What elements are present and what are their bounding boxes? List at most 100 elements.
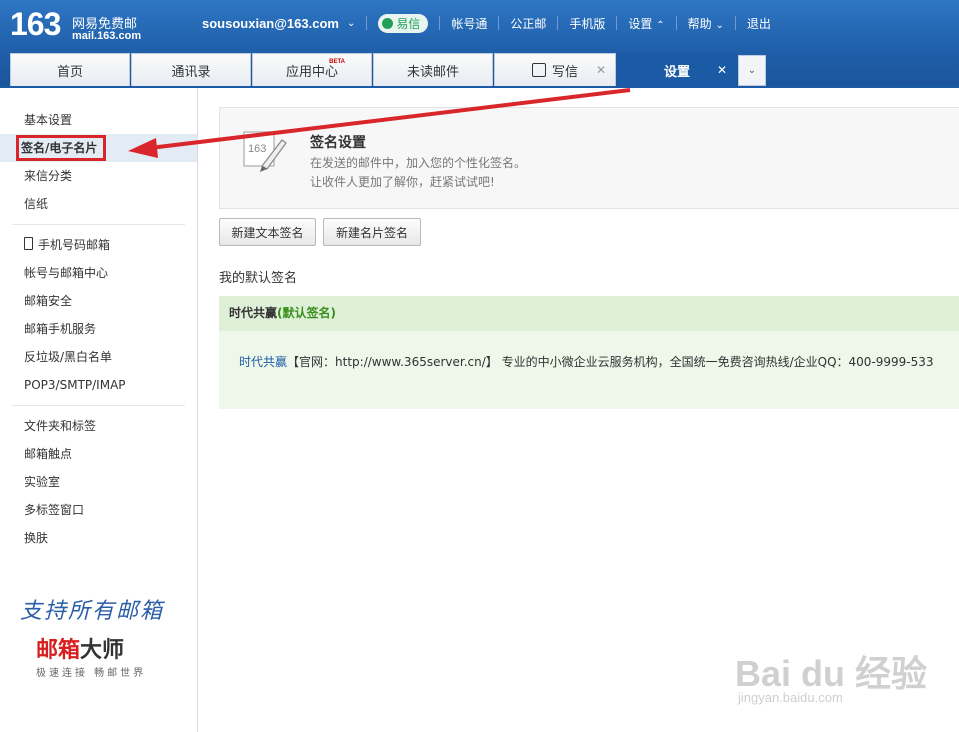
signature-pen-icon: 163 bbox=[243, 131, 287, 172]
sidebar-item-phone-mail[interactable]: 手机号码邮箱 bbox=[0, 231, 197, 259]
nav-divider bbox=[734, 16, 736, 30]
signature-header: 时代共赢(默认签名) bbox=[219, 296, 959, 331]
sidebar-item-label: 邮箱安全 bbox=[24, 294, 73, 308]
sidebar-group-basic: 基本设置 签名/电子名片 来信分类 信纸 bbox=[0, 106, 197, 218]
default-tag: (默认签名) bbox=[277, 306, 336, 320]
tab-more-button[interactable]: ⌄ bbox=[738, 55, 766, 86]
sidebar-item-label: 来信分类 bbox=[24, 169, 73, 183]
promo-subtitle: 极速连接 畅邮世界 bbox=[36, 668, 147, 679]
nav-divider bbox=[616, 16, 618, 30]
nav-divider bbox=[498, 16, 500, 30]
mobile-link[interactable]: 手机版 bbox=[569, 15, 605, 32]
sidebar-item-label: 基本设置 bbox=[24, 113, 73, 127]
default-signature-label: 我的默认签名 bbox=[219, 271, 298, 286]
tab-label: 未读邮件 bbox=[406, 64, 459, 80]
sidebar-item-stationery[interactable]: 信纸 bbox=[0, 190, 197, 218]
tab-unread[interactable]: 未读邮件 bbox=[373, 53, 493, 86]
signature-text: 【官网：http://www.365server.cn/】 专业的中小微企业云服… bbox=[287, 355, 934, 369]
tab-settings[interactable]: 设置 ✕ bbox=[617, 53, 737, 86]
baidu-watermark-url: jingyan.baidu.com bbox=[738, 690, 843, 705]
tab-compose[interactable]: 写信 ✕ bbox=[494, 53, 616, 86]
promo-brand-red: 邮箱 bbox=[36, 638, 81, 663]
sidebar-item-security[interactable]: 邮箱安全 bbox=[0, 287, 197, 315]
sidebar-item-basic-settings[interactable]: 基本设置 bbox=[0, 106, 197, 134]
default-signature-card[interactable]: 时代共赢(默认签名) 时代共赢【官网：http://www.365server.… bbox=[219, 296, 959, 409]
help-label: 帮助 bbox=[687, 16, 712, 31]
signature-body: 时代共赢【官网：http://www.365server.cn/】 专业的中小微… bbox=[219, 331, 959, 370]
chevron-down-icon[interactable]: ⌄ bbox=[347, 18, 355, 29]
signature-name: 时代共赢 bbox=[229, 306, 278, 320]
chevron-down-icon: ⌄ bbox=[747, 65, 757, 76]
app-header: 163 网易免费邮 mail.163.com sousouxian@163.co… bbox=[0, 0, 959, 88]
tab-app-center[interactable]: 应用中心 BETA bbox=[252, 53, 372, 86]
signature-brand: 时代共赢 bbox=[239, 355, 288, 369]
promo-brand[interactable]: 邮箱大师 bbox=[36, 632, 124, 664]
top-nav: sousouxian@163.com ⌄ 易信 帐号通 公正邮 手机版 设置 ⌃… bbox=[202, 12, 771, 34]
sidebar-item-label: 邮箱手机服务 bbox=[24, 322, 97, 336]
svg-text:163: 163 bbox=[248, 143, 266, 155]
tab-bar: 首页 通讯录 应用中心 BETA 未读邮件 写信 ✕ 设置 ✕ ⌄ bbox=[10, 53, 766, 86]
sidebar-item-signature[interactable]: 签名/电子名片 bbox=[0, 134, 197, 162]
tab-label: 通讯录 bbox=[171, 64, 211, 80]
chevron-down-icon: ⌄ bbox=[715, 19, 724, 31]
yixin-label: 易信 bbox=[396, 16, 421, 31]
sidebar-item-touchpoint[interactable]: 邮箱触点 bbox=[0, 440, 197, 468]
user-email[interactable]: sousouxian@163.com bbox=[202, 16, 339, 31]
sidebar-item-label: 换肤 bbox=[24, 531, 49, 545]
sidebar-item-anti-spam[interactable]: 反垃圾/黑白名单 bbox=[0, 343, 197, 371]
tab-label: 首页 bbox=[56, 64, 83, 80]
yixin-button[interactable]: 易信 bbox=[378, 13, 429, 33]
sidebar-item-lab[interactable]: 实验室 bbox=[0, 468, 197, 496]
sidebar-item-label: POP3/SMTP/IMAP bbox=[24, 378, 126, 392]
panel-title: 签名设置 bbox=[310, 135, 366, 151]
sidebar-item-mobile-service[interactable]: 邮箱手机服务 bbox=[0, 315, 197, 343]
sidebar-item-skin[interactable]: 换肤 bbox=[0, 524, 197, 552]
logo-number[interactable]: 163 bbox=[10, 6, 61, 43]
tab-label: 写信 bbox=[551, 64, 578, 80]
account-link[interactable]: 帐号通 bbox=[451, 15, 487, 32]
tab-contacts[interactable]: 通讯录 bbox=[131, 53, 251, 86]
sidebar-item-pop3[interactable]: POP3/SMTP/IMAP bbox=[0, 371, 197, 399]
sidebar-item-label: 手机号码邮箱 bbox=[38, 238, 111, 252]
sidebar-item-label: 多标签窗口 bbox=[24, 503, 85, 517]
nav-divider bbox=[439, 16, 441, 30]
compose-icon bbox=[531, 63, 546, 77]
sidebar-divider bbox=[12, 405, 185, 406]
sidebar-item-label: 实验室 bbox=[24, 475, 61, 489]
panel-description: 让收件人更加了解你，赶紧试试吧! bbox=[310, 175, 495, 189]
nav-divider bbox=[557, 16, 559, 30]
public-mail-link[interactable]: 公正邮 bbox=[510, 15, 546, 32]
sidebar-item-mail-filter[interactable]: 来信分类 bbox=[0, 162, 197, 190]
sidebar-item-label: 签名/电子名片 bbox=[16, 135, 107, 161]
tab-label: 设置 bbox=[663, 64, 690, 80]
close-icon[interactable]: ✕ bbox=[596, 63, 606, 77]
settings-menu[interactable]: 设置 ⌃ bbox=[628, 15, 664, 32]
close-icon[interactable]: ✕ bbox=[717, 63, 727, 77]
tab-home[interactable]: 首页 bbox=[10, 53, 130, 86]
nav-divider bbox=[675, 16, 677, 30]
sidebar-item-folders[interactable]: 文件夹和标签 bbox=[0, 412, 197, 440]
sidebar-item-multi-tab[interactable]: 多标签窗口 bbox=[0, 496, 197, 524]
sidebar-item-label: 帐号与邮箱中心 bbox=[24, 266, 109, 280]
sidebar-item-label: 反垃圾/黑白名单 bbox=[24, 350, 113, 364]
nav-divider bbox=[366, 16, 368, 30]
logout-link[interactable]: 退出 bbox=[747, 15, 771, 32]
new-text-signature-button[interactable]: 新建文本签名 bbox=[219, 218, 316, 246]
new-card-signature-button[interactable]: 新建名片签名 bbox=[323, 218, 421, 246]
sidebar-group-tools: 文件夹和标签 邮箱触点 实验室 多标签窗口 换肤 bbox=[0, 412, 197, 552]
promo-brand-black: 大师 bbox=[80, 638, 125, 663]
promo-slogan[interactable]: 支持所有邮箱 bbox=[20, 593, 164, 625]
logo-url: mail.163.com bbox=[72, 30, 142, 42]
help-menu[interactable]: 帮助 ⌄ bbox=[688, 15, 724, 32]
sidebar-divider bbox=[12, 224, 185, 225]
sidebar-item-account-center[interactable]: 帐号与邮箱中心 bbox=[0, 259, 197, 287]
phone-icon bbox=[24, 237, 33, 250]
chevron-up-icon: ⌃ bbox=[656, 19, 665, 31]
yixin-icon bbox=[382, 17, 394, 29]
sidebar-item-label: 文件夹和标签 bbox=[24, 419, 97, 433]
sidebar-item-label: 邮箱触点 bbox=[24, 447, 73, 461]
settings-label: 设置 bbox=[628, 16, 653, 31]
sidebar-group-account: 手机号码邮箱 帐号与邮箱中心 邮箱安全 邮箱手机服务 反垃圾/黑白名单 POP3… bbox=[0, 231, 197, 399]
beta-badge: BETA bbox=[329, 59, 345, 65]
panel-description: 在发送的邮件中，加入您的个性化签名。 bbox=[310, 156, 527, 170]
